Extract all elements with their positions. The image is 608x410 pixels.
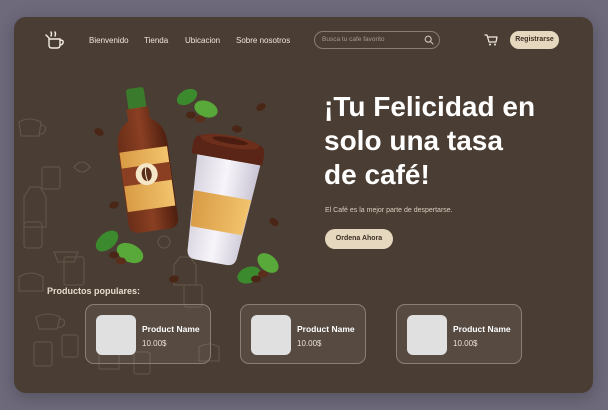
search-placeholder: Busca tu cafe favorito: [322, 36, 385, 43]
nav-link-ubicacion[interactable]: Ubicacion: [185, 36, 220, 45]
leaf-cluster-top: [176, 88, 218, 123]
coffee-bottle: [117, 87, 179, 233]
product-card[interactable]: Product Name 10.00$: [396, 304, 522, 364]
top-navigation: Bienvenido Tienda Ubicacion Sobre nosotr…: [14, 17, 593, 63]
product-price: 10.00$: [453, 339, 478, 348]
landing-page: Bienvenido Tienda Ubicacion Sobre nosotr…: [14, 17, 593, 393]
product-image: [96, 315, 136, 355]
hero-title-line3: de café!: [324, 159, 430, 190]
nav-link-sobre-nosotros[interactable]: Sobre nosotros: [236, 36, 290, 45]
nav-link-bienvenido[interactable]: Bienvenido: [89, 36, 129, 45]
register-button[interactable]: Registrarse: [510, 31, 559, 49]
product-name: Product Name: [142, 324, 200, 334]
hero-title: ¡Tu Felicidad en solo una tasa de café!: [324, 90, 574, 192]
coffee-pot-icon[interactable]: [44, 30, 66, 50]
product-name: Product Name: [453, 324, 511, 334]
search-input[interactable]: Busca tu cafe favorito: [314, 31, 440, 49]
hero-subtitle: El Café es la mejor parte de despertarse…: [325, 207, 453, 214]
product-card[interactable]: Product Name 10.00$: [240, 304, 366, 364]
order-now-button[interactable]: Ordena Ahora: [325, 229, 393, 249]
product-image: [407, 315, 447, 355]
product-image: [251, 315, 291, 355]
product-card[interactable]: Product Name 10.00$: [85, 304, 211, 364]
product-name: Product Name: [297, 324, 355, 334]
hero-title-line1: ¡Tu Felicidad en: [324, 91, 536, 122]
nav-link-tienda[interactable]: Tienda: [144, 36, 168, 45]
hero-title-line2: solo una tasa: [324, 125, 503, 156]
coffee-products-illustration: [94, 87, 279, 284]
product-price: 10.00$: [297, 339, 322, 348]
product-price: 10.00$: [142, 339, 167, 348]
cart-icon[interactable]: [484, 34, 498, 46]
search-icon[interactable]: [424, 35, 434, 45]
popular-products-heading: Productos populares:: [47, 286, 141, 296]
coffee-cup: [187, 133, 265, 266]
leaf-cluster-right: [237, 253, 279, 284]
